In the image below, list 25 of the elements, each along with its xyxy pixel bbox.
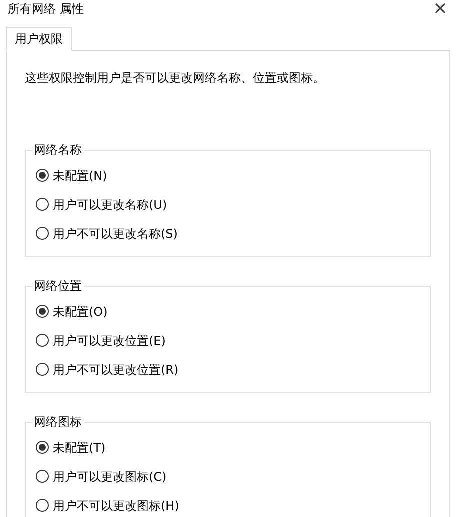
group-title: 网络图标 <box>33 414 83 431</box>
radio-label: 用户不可以更改名称(S) <box>53 226 178 242</box>
radio-button[interactable] <box>36 198 49 211</box>
description-text: 这些权限控制用户是否可以更改网络名称、位置或图标。 <box>25 70 326 87</box>
radio-button[interactable] <box>36 169 49 182</box>
radio-button[interactable] <box>36 470 49 483</box>
radio-label: 用户可以更改名称(U) <box>53 196 168 214</box>
group-title: 网络位置 <box>33 278 83 295</box>
radio-button[interactable] <box>36 227 49 240</box>
close-button[interactable]: × <box>430 0 450 18</box>
group-title: 网络名称 <box>33 142 83 159</box>
radio-button[interactable] <box>36 441 49 454</box>
radio-label: 用户可以更改图标(C) <box>53 468 167 486</box>
window-title: 所有网络 属性 <box>8 1 84 18</box>
radio-label: 用户不可以更改位置(R) <box>53 362 179 378</box>
radio-button[interactable] <box>36 363 49 376</box>
radio-label: 用户不可以更改图标(H) <box>53 498 180 514</box>
radio-label: 用户可以更改位置(E) <box>53 332 166 350</box>
radio-label: 未配置(T) <box>53 440 106 456</box>
radio-button[interactable] <box>36 305 49 318</box>
radio-button[interactable] <box>36 334 49 347</box>
radio-button[interactable] <box>36 499 49 512</box>
radio-label: 未配置(O) <box>53 304 108 320</box>
radio-label: 未配置(N) <box>53 168 108 184</box>
tab[interactable]: 用户权限 <box>6 27 72 51</box>
